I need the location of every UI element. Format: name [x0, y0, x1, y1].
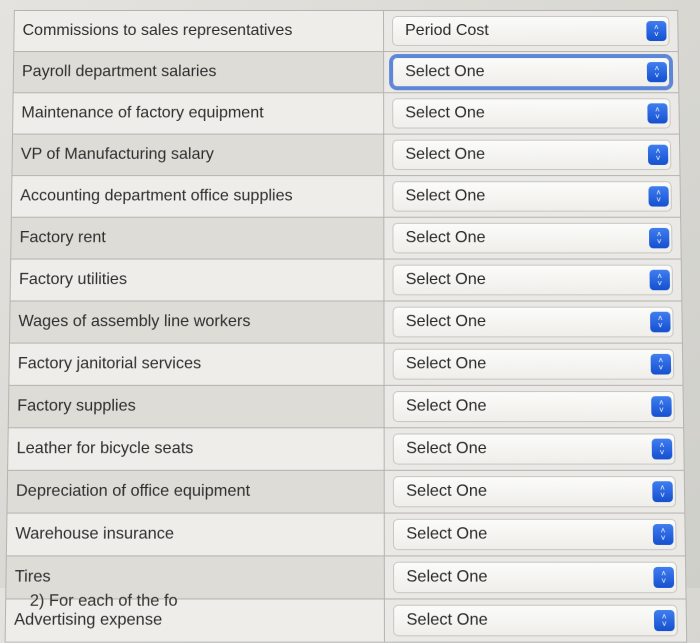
classification-cell: Select One ˄ ˅	[383, 175, 681, 218]
select-value: Select One	[405, 63, 485, 81]
select-value: Select One	[405, 187, 486, 205]
select-value: Select One	[406, 611, 488, 629]
chevron-updown-icon[interactable]: ˄ ˅	[652, 481, 673, 503]
chevron-updown-icon[interactable]: ˄ ˅	[650, 311, 671, 333]
cost-item-label: Payroll department salaries	[13, 51, 384, 93]
table-row: Payroll department salaries Select One ˄ ˅	[13, 51, 679, 93]
classification-cell: Select One ˄ ˅	[384, 513, 686, 556]
classification-select[interactable]: Select One ˄ ˅	[392, 306, 674, 338]
classification-cell: Select One ˄ ˅	[383, 300, 683, 344]
cost-item-label: Warehouse insurance	[6, 513, 385, 556]
select-value: Select One	[405, 228, 486, 247]
chevron-updown-icon[interactable]: ˄ ˅	[651, 438, 673, 460]
table-row: Leather for bicycle seats Select One ˄ ˅	[7, 427, 685, 471]
chevron-updown-icon[interactable]: ˄ ˅	[649, 269, 671, 291]
worksheet-page: Commissions to sales representatives Peri…	[0, 0, 700, 643]
cost-item-label: Commissions to sales representatives	[13, 10, 384, 52]
classification-select[interactable]: Select One ˄ ˅	[392, 222, 673, 254]
select-value: Select One	[405, 270, 486, 289]
cost-classification-table: Commissions to sales representatives Peri…	[4, 9, 688, 643]
classification-cell: Select One ˄ ˅	[384, 555, 687, 599]
cost-item-label: Factory rent	[10, 217, 384, 260]
cost-item-label: Depreciation of office equipment	[6, 470, 385, 514]
select-value: Select One	[406, 439, 487, 458]
classification-select[interactable]: Select One ˄ ˅	[392, 518, 677, 551]
cost-item-label: Factory janitorial services	[8, 343, 385, 386]
chevron-updown-icon[interactable]: ˄ ˅	[646, 20, 667, 42]
cost-item-label: VP of Manufacturing salary	[11, 134, 384, 176]
classification-select[interactable]: Select One ˄ ˅	[392, 264, 674, 296]
table-row: Accounting department office supplies Sel…	[11, 175, 681, 218]
classification-select[interactable]: Select One ˄ ˅	[392, 98, 671, 129]
chevron-updown-icon[interactable]: ˄ ˅	[651, 396, 672, 417]
classification-cell: Select One ˄ ˅	[383, 51, 679, 93]
select-value: Select One	[405, 104, 485, 122]
select-value: Select One	[405, 312, 487, 331]
classification-select[interactable]: Select One ˄ ˅	[392, 139, 672, 171]
classification-select[interactable]: Select One ˄ ˅	[393, 561, 678, 594]
cost-item-label: Wages of assembly line workers	[9, 300, 385, 344]
chevron-updown-icon[interactable]: ˄ ˅	[648, 186, 669, 207]
table-row: Commissions to sales representatives Peri…	[13, 10, 679, 52]
chevron-updown-icon[interactable]: ˄ ˅	[653, 566, 675, 588]
classification-select[interactable]: Select One ˄ ˅	[392, 348, 675, 380]
next-question-text: 2) For each of the fo	[29, 592, 178, 611]
classification-cell: Select One ˄ ˅	[383, 134, 681, 176]
cost-item-label: Accounting department office supplies	[11, 175, 384, 218]
table-row: Factory supplies Select One ˄ ˅	[8, 385, 684, 428]
classification-cell: Select One ˄ ˅	[384, 470, 685, 514]
chevron-updown-icon[interactable]: ˄ ˅	[646, 62, 668, 83]
table-row: Wages of assembly line workers Select One…	[9, 300, 683, 344]
cost-item-label: Maintenance of factory equipment	[12, 92, 384, 135]
classification-select[interactable]: Select One ˄ ˅	[392, 433, 676, 465]
classification-cell: Select One ˄ ˅	[384, 343, 684, 386]
table-row: Maintenance of factory equipment Select O…	[12, 92, 680, 135]
classification-select[interactable]: Select One ˄ ˅	[392, 391, 675, 423]
classification-select[interactable]: Select One ˄ ˅	[392, 181, 672, 212]
table-row: Warehouse insurance Select One ˄ ˅	[6, 513, 686, 556]
classification-cell: Select One ˄ ˅	[384, 427, 685, 471]
select-value: Select One	[406, 525, 488, 543]
classification-select[interactable]: Period Cost ˄ ˅	[392, 15, 670, 47]
table-row: VP of Manufacturing salary Select One ˄ ˅	[11, 134, 681, 176]
chevron-updown-icon[interactable]: ˄ ˅	[653, 610, 675, 632]
table-row: Depreciation of office equipment Select O…	[6, 470, 685, 514]
classification-cell: Select One ˄ ˅	[383, 92, 680, 135]
classification-select[interactable]: Select One ˄ ˅	[392, 57, 671, 88]
classification-cell: Select One ˄ ˅	[384, 598, 687, 643]
table-row: Factory rent Select One ˄ ˅	[10, 217, 682, 260]
select-value: Select One	[405, 397, 487, 415]
cost-item-label: Factory supplies	[8, 385, 385, 428]
chevron-updown-icon[interactable]: ˄ ˅	[648, 227, 670, 249]
cost-item-label: Factory utilities	[10, 259, 384, 301]
table-row: Factory utilities Select One ˄ ˅	[10, 259, 682, 301]
classification-select[interactable]: Select One ˄ ˅	[392, 476, 677, 508]
select-value: Period Cost	[405, 21, 489, 40]
chevron-updown-icon[interactable]: ˄ ˅	[647, 103, 668, 124]
select-value: Select One	[406, 567, 488, 586]
select-value: Select One	[405, 354, 487, 373]
chevron-updown-icon[interactable]: ˄ ˅	[650, 353, 672, 375]
classification-cell: Select One ˄ ˅	[383, 217, 682, 260]
chevron-updown-icon[interactable]: ˄ ˅	[652, 524, 674, 545]
select-value: Select One	[406, 482, 488, 501]
cost-item-label: Leather for bicycle seats	[7, 427, 385, 471]
classification-cell: Select One ˄ ˅	[383, 259, 682, 301]
classification-cell: Period Cost ˄ ˅	[383, 10, 679, 52]
classification-cell: Select One ˄ ˅	[384, 385, 684, 428]
classification-select[interactable]: Select One ˄ ˅	[393, 604, 678, 637]
chevron-updown-icon[interactable]: ˄ ˅	[647, 144, 669, 165]
table-row: Factory janitorial services Select One ˄ ˅	[8, 343, 684, 386]
select-value: Select One	[405, 145, 486, 163]
